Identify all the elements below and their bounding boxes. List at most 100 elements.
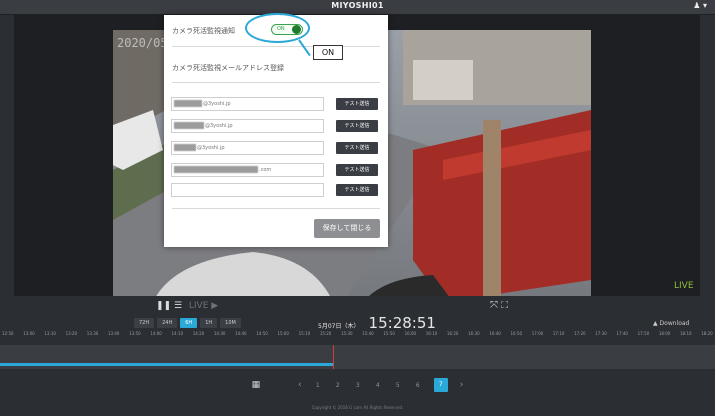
email-value: .com — [259, 167, 272, 173]
timeline-tick-label: 12:50 — [2, 331, 14, 336]
timeline-tick-label: 15:20 — [319, 331, 332, 336]
page-7[interactable]: 7 — [433, 378, 448, 392]
save-and-close-button[interactable]: 保存して閉じる — [314, 219, 380, 238]
email-section-label: カメラ死活監視メールアドレス登録 — [172, 64, 284, 72]
timeline-tick-label: 15:10 — [298, 331, 311, 336]
timeline-tick-label: 17:50 — [637, 331, 650, 336]
user-menu-button[interactable]: ♟ ▾ — [693, 1, 707, 10]
footer-copyright: Copyright © 2016 G cam All Rights Reserv… — [311, 405, 404, 410]
timeline-recorded-fill — [0, 363, 334, 366]
email-field[interactable] — [171, 183, 324, 197]
email-row: .com テスト送信 — [171, 163, 381, 177]
timeline-tick-label: 18:20 — [701, 331, 713, 336]
test-send-button[interactable]: テスト送信 — [336, 120, 378, 132]
test-send-button[interactable]: テスト送信 — [336, 164, 378, 176]
pause-list-icon[interactable]: ❚❚ ☰ — [156, 301, 182, 311]
playback-controls[interactable]: ❚❚ ☰ LIVE ▶ — [156, 301, 218, 311]
email-row: @3yoshi.jp テスト送信 — [171, 119, 381, 133]
test-send-button[interactable]: テスト送信 — [336, 142, 378, 154]
range-24h-button[interactable]: 24H — [157, 318, 178, 328]
redaction-mask — [174, 122, 204, 129]
timeline-tick-label: 15:40 — [362, 331, 374, 336]
timeline-tick-label: 14:50 — [256, 331, 268, 336]
timeline-tick-label: 15:00 — [277, 331, 289, 336]
toggle-on-text: ON — [277, 26, 285, 32]
top-bar: MIYOSHI01 ♟ ▾ — [0, 0, 715, 15]
range-6h-button[interactable]: 6H — [180, 318, 198, 328]
timeline-tick-label: 17:40 — [616, 331, 628, 336]
page-6[interactable]: 6 — [414, 382, 422, 389]
timeline-tick-label: 16:50 — [510, 331, 523, 336]
test-send-button[interactable]: テスト送信 — [336, 98, 378, 110]
fullscreen-icon[interactable]: ⤧ ⛶ — [490, 300, 508, 311]
toggle-knob — [292, 25, 301, 34]
timeline-tick-label: 15:50 — [383, 331, 395, 336]
email-value: @3yoshi.jp — [197, 145, 225, 151]
timeline-tick-label: 14:30 — [213, 331, 226, 336]
timeline-tick-label: 14:10 — [171, 331, 184, 336]
email-value: @3yoshi.jp — [205, 123, 233, 129]
divider — [172, 208, 380, 209]
range-10m-button[interactable]: 10M — [220, 318, 241, 328]
next-page-button[interactable]: › — [460, 380, 464, 390]
page-2[interactable]: 2 — [334, 382, 342, 389]
time-range-selector: 72H 24H 6H 1H 10M — [134, 318, 241, 328]
timeline-tick-label: 17:10 — [552, 331, 565, 336]
timeline-tick-label: 14:40 — [235, 331, 247, 336]
test-send-button[interactable]: テスト送信 — [336, 184, 378, 196]
alive-monitor-modal: カメラ死活監視通知 ON カメラ死活監視メールアドレス登録 @3yoshi.jp… — [164, 15, 388, 247]
notify-label: カメラ死活監視通知 — [172, 27, 235, 35]
calendar-icon[interactable]: ▦ — [252, 380, 261, 390]
current-date: 5月07日（木） — [318, 323, 360, 330]
timeline-ticks: 12:50 13:00 13:10 13:20 13:30 13:40 13:50 14:00… — [0, 331, 715, 343]
range-72h-button[interactable]: 72H — [134, 318, 155, 328]
annotation-callout: ON — [313, 45, 343, 60]
timeline-tick-label: 16:40 — [489, 331, 501, 336]
timeline-tick-label: 17:30 — [595, 331, 607, 336]
timeline-tick-label: 13:10 — [44, 331, 56, 336]
timeline-tick-label: 18:00 — [658, 331, 671, 336]
timeline-tick-label: 14:20 — [192, 331, 205, 336]
email-row: @3yoshi.jp テスト送信 — [171, 141, 381, 155]
page-3[interactable]: 3 — [354, 382, 362, 389]
live-play-button[interactable]: LIVE ▶ — [189, 301, 218, 311]
timeline-tick-label: 13:40 — [107, 331, 120, 336]
email-row: @3yoshi.jp テスト送信 — [171, 97, 381, 111]
divider — [172, 82, 380, 83]
timeline-tick-label: 16:10 — [425, 331, 438, 336]
timeline-tick-label: 17:20 — [574, 331, 586, 336]
current-datetime: 5月07日（木） 15:28:51 — [318, 313, 436, 332]
timeline-tick-label: 13:30 — [86, 331, 99, 336]
timeline-tick-label: 14:00 — [150, 331, 162, 336]
redaction-mask — [174, 100, 202, 107]
notify-toggle[interactable]: ON — [271, 24, 303, 35]
timeline-tick-label: 13:20 — [65, 331, 78, 336]
page-4[interactable]: 4 — [374, 382, 382, 389]
timeline-tick-label: 16:00 — [404, 331, 417, 336]
prev-page-button[interactable]: ‹ — [298, 380, 302, 390]
divider — [172, 46, 380, 47]
email-field[interactable]: @3yoshi.jp — [171, 141, 324, 155]
redaction-mask — [174, 144, 196, 151]
email-value: @3yoshi.jp — [203, 101, 231, 107]
timeline-tick-label: 18:10 — [680, 331, 692, 336]
timeline-tick-label: 17:00 — [531, 331, 544, 336]
email-field[interactable]: @3yoshi.jp — [171, 119, 324, 133]
pagination: ▦ ‹ 1 2 3 4 5 6 7 › — [0, 370, 715, 400]
range-1h-button[interactable]: 1H — [200, 318, 218, 328]
timeline-tick-label: 13:00 — [23, 331, 35, 336]
page-1[interactable]: 1 — [314, 382, 322, 389]
email-row: テスト送信 — [171, 183, 381, 197]
timeline-tick-label: 15:30 — [341, 331, 353, 336]
email-field[interactable]: .com — [171, 163, 324, 177]
timeline-cursor[interactable] — [333, 345, 335, 369]
redaction-mask — [174, 166, 258, 173]
timeline-tick-label: 16:30 — [468, 331, 480, 336]
current-time: 15:28:51 — [368, 314, 436, 332]
timeline-tick-label: 16:20 — [446, 331, 459, 336]
page-5[interactable]: 5 — [394, 382, 402, 389]
timeline-tick-label: 13:50 — [129, 331, 141, 336]
email-field[interactable]: @3yoshi.jp — [171, 97, 324, 111]
camera-title: MIYOSHI01 — [331, 1, 384, 10]
download-button[interactable]: ▲ Download — [653, 320, 689, 327]
